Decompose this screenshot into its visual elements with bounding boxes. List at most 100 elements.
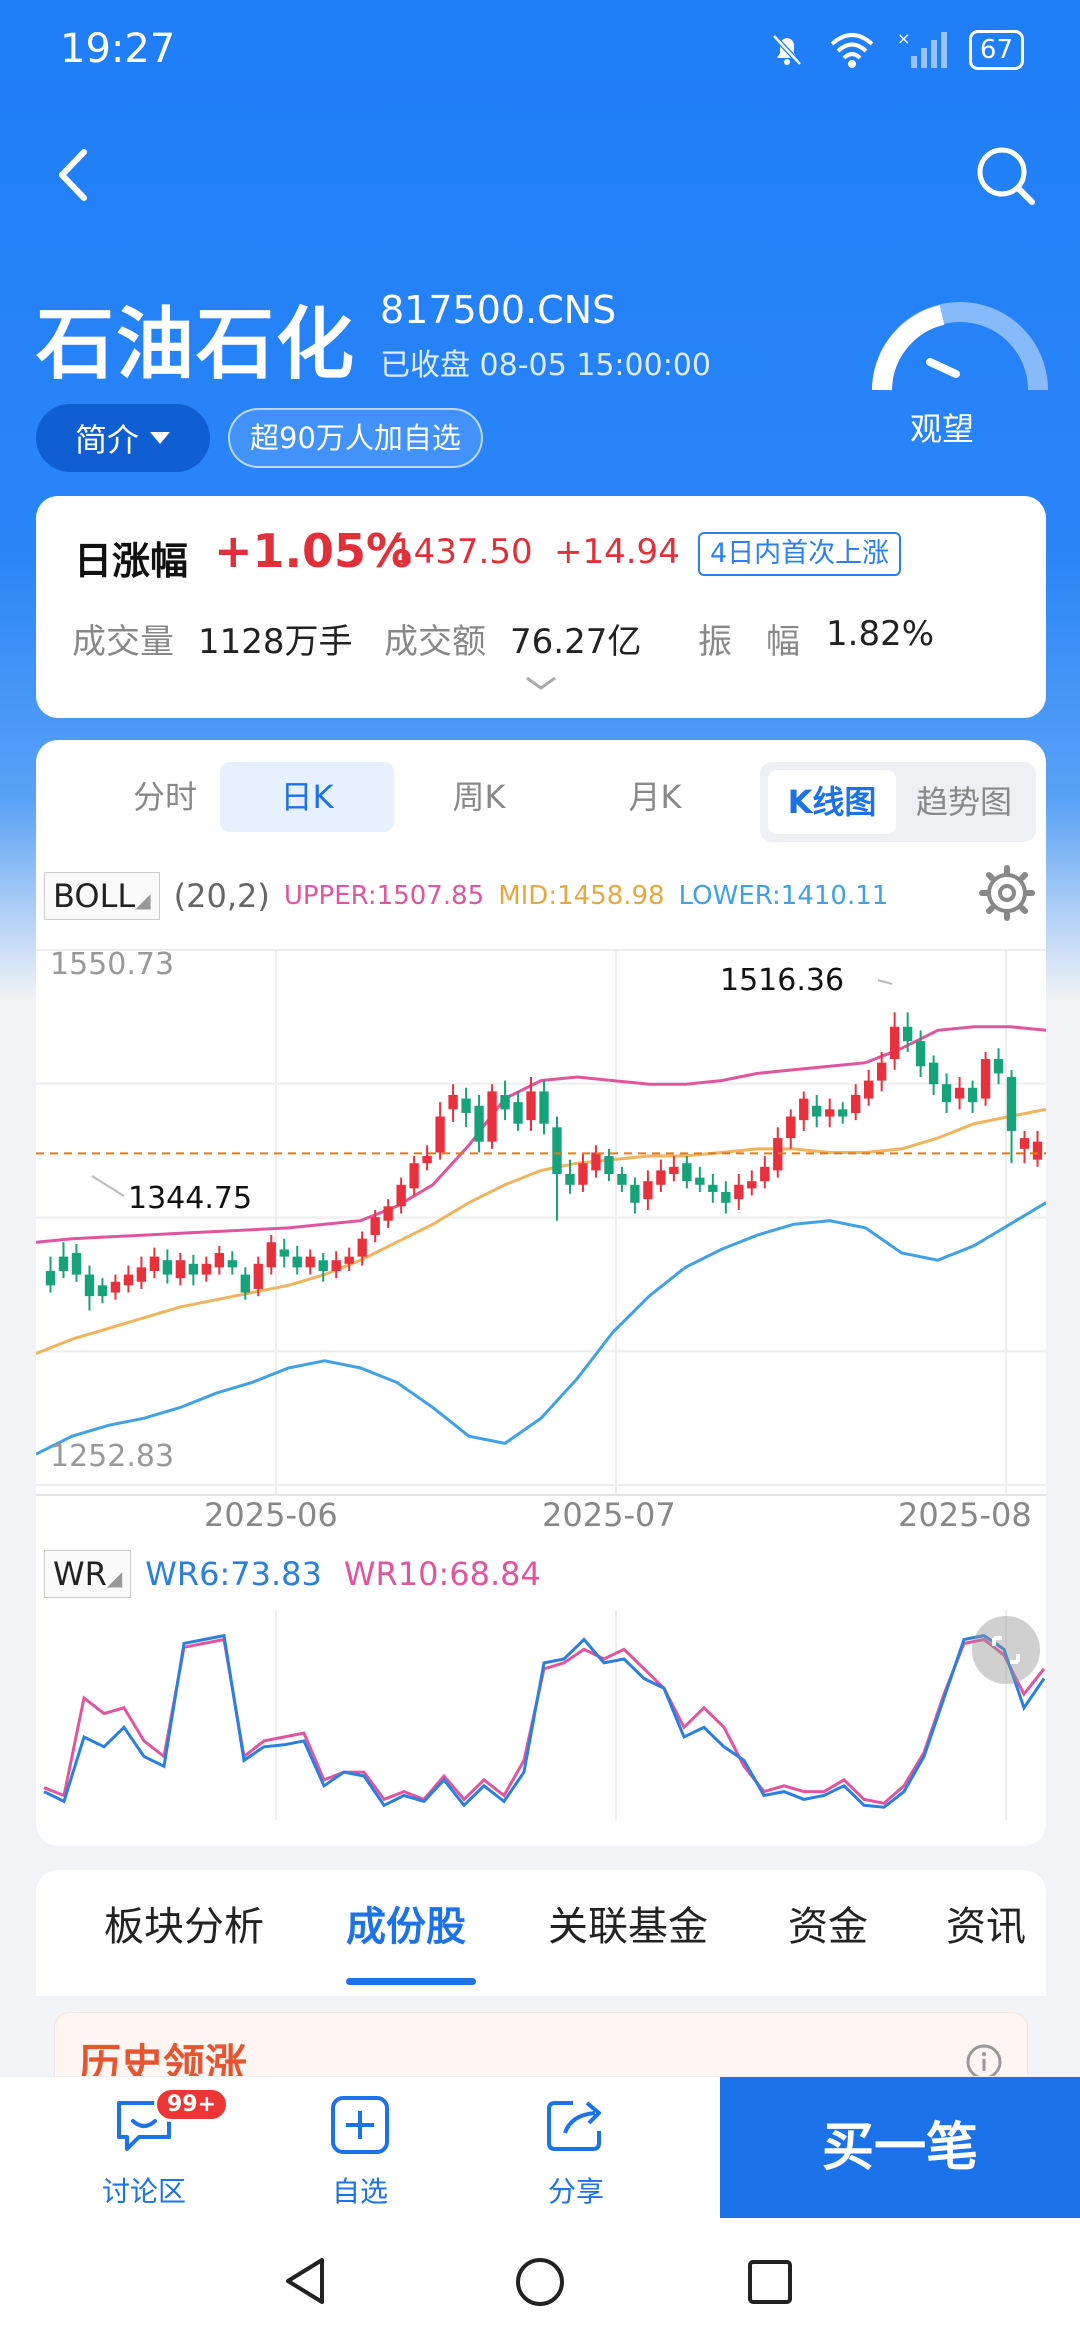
wr-grid (275, 1610, 1007, 1820)
add-icon (331, 2096, 389, 2154)
add-watch-button[interactable]: 自选 (290, 2095, 430, 2210)
nav-back-triangle-icon[interactable] (282, 2256, 332, 2306)
candle-body (825, 1109, 835, 1117)
discuss-button[interactable]: 99+ 讨论区 (74, 2087, 230, 2210)
candle-body (902, 1026, 913, 1042)
follow-count-pill[interactable]: 超90万人加自选 (228, 408, 483, 468)
candle-body (643, 1181, 653, 1200)
tab-capital[interactable]: 资金 (788, 1894, 868, 1952)
wr-name: WR (53, 1555, 107, 1593)
tab-monthly-k[interactable]: 月K (568, 762, 742, 832)
nav-recents-square-icon[interactable] (746, 2258, 794, 2306)
amount-label: 成交额 (384, 622, 486, 662)
candle-body (383, 1206, 393, 1221)
candle-body (876, 1062, 887, 1081)
candle-body (175, 1260, 186, 1279)
candle-body (357, 1238, 367, 1257)
candle-body (227, 1260, 237, 1268)
mute-bell-icon (772, 34, 802, 66)
rise-tag: 4日内首次上涨 (698, 532, 902, 576)
expand-chevron-icon[interactable] (523, 672, 559, 696)
candle-body (928, 1062, 939, 1085)
candle-body (539, 1091, 549, 1124)
boll-name: BOLL (53, 877, 136, 915)
battery-indicator: 67 (968, 30, 1024, 70)
candle-body (162, 1260, 173, 1275)
discuss-badge: 99+ (154, 2087, 230, 2122)
kline-chart[interactable]: 1550.73 1252.83 1516.36 1344.75 2025-06 … (36, 930, 1046, 1530)
candle-body (695, 1177, 705, 1185)
candle-body (58, 1256, 69, 1271)
volume-value: 1128万手 (198, 622, 353, 662)
candle-body (45, 1270, 56, 1286)
candle-body (889, 1026, 900, 1060)
candle-body (110, 1281, 121, 1293)
fullscreen-button[interactable] (972, 1616, 1040, 1684)
settings-gear-icon[interactable] (978, 864, 1036, 922)
tab-related-funds[interactable]: 关联基金 (548, 1894, 708, 1952)
candle-body (851, 1094, 861, 1113)
candle-body (292, 1256, 302, 1268)
candle-body (188, 1263, 199, 1275)
switch-kline[interactable]: K线图 (768, 770, 896, 834)
wr-selector[interactable]: WR◢ (44, 1550, 132, 1598)
candle-body (201, 1263, 212, 1275)
buy-button[interactable]: 买一笔 (720, 2077, 1080, 2219)
candle-body (980, 1059, 991, 1099)
candle-body (941, 1084, 952, 1103)
candle-body (591, 1152, 601, 1171)
search-icon[interactable] (970, 140, 1040, 210)
amplitude-label: 振 幅 (698, 622, 800, 662)
svg-text:×: × (897, 30, 910, 48)
candle-body (123, 1274, 134, 1286)
candle-body (266, 1242, 276, 1268)
boll-lower-line (36, 1201, 1046, 1456)
boll-selector[interactable]: BOLL◢ (44, 872, 160, 920)
candle-body (721, 1191, 731, 1203)
candle-body (84, 1274, 95, 1297)
low-annotation: 1344.75 (128, 1181, 252, 1216)
candle-body (461, 1098, 471, 1113)
candle-body (240, 1274, 250, 1293)
back-icon[interactable] (44, 140, 104, 210)
high-annotation-pointer (877, 979, 893, 985)
candle-body (253, 1263, 263, 1289)
daily-change-card[interactable]: 日涨幅 +1.05% 1437.50 +14.94 4日内首次上涨 成交量 11… (36, 496, 1046, 718)
x-label-july: 2025-07 (542, 1496, 676, 1530)
candle-body (136, 1267, 147, 1282)
candle-body (409, 1163, 419, 1189)
y-max-label: 1550.73 (50, 947, 174, 982)
caret-down-icon (150, 432, 170, 444)
signal-icon: × (897, 30, 947, 68)
intro-label: 简介 (74, 421, 139, 459)
wr6-value: WR6:73.83 (145, 1555, 322, 1593)
intro-dropdown[interactable]: 简介 (36, 404, 210, 472)
wr6-line (43, 1633, 1046, 1809)
share-button[interactable]: 分享 (506, 2095, 646, 2210)
tab-daily-k[interactable]: 日K (220, 762, 394, 832)
wr-chart[interactable] (36, 1610, 1046, 1840)
candle-body (954, 1087, 965, 1099)
candle-body (396, 1184, 406, 1207)
tab-constituents[interactable]: 成份股 (346, 1894, 466, 1952)
tab-weekly-k[interactable]: 周K (392, 762, 566, 832)
low-annotation-pointer (91, 1175, 125, 1197)
nav-home-circle-icon[interactable] (514, 2256, 566, 2308)
tab-sector-analysis[interactable]: 板块分析 (104, 1894, 264, 1952)
amplitude-value: 1.82% (826, 614, 935, 654)
y-min-label: 1252.83 (50, 1439, 174, 1474)
tab-news[interactable]: 资讯 (946, 1894, 1026, 1952)
sentiment-label: 观望 (910, 410, 975, 448)
candle-body (864, 1080, 874, 1099)
switch-trend[interactable]: 趋势图 (900, 770, 1028, 834)
bottom-action-bar: 99+ 讨论区 自选 分享 买一笔 (0, 2076, 1080, 2219)
candle-body (812, 1105, 822, 1117)
candle-body (474, 1105, 484, 1142)
candle-body (279, 1249, 289, 1257)
boll-legend: BOLL◢ (20,2) UPPER:1507.85 MID:1458.98 L… (44, 868, 888, 924)
candle-body (318, 1260, 328, 1271)
candle-body (370, 1217, 380, 1236)
candle-body (71, 1253, 82, 1275)
system-navigation-bar (0, 2218, 1080, 2340)
candle-body (617, 1174, 627, 1185)
